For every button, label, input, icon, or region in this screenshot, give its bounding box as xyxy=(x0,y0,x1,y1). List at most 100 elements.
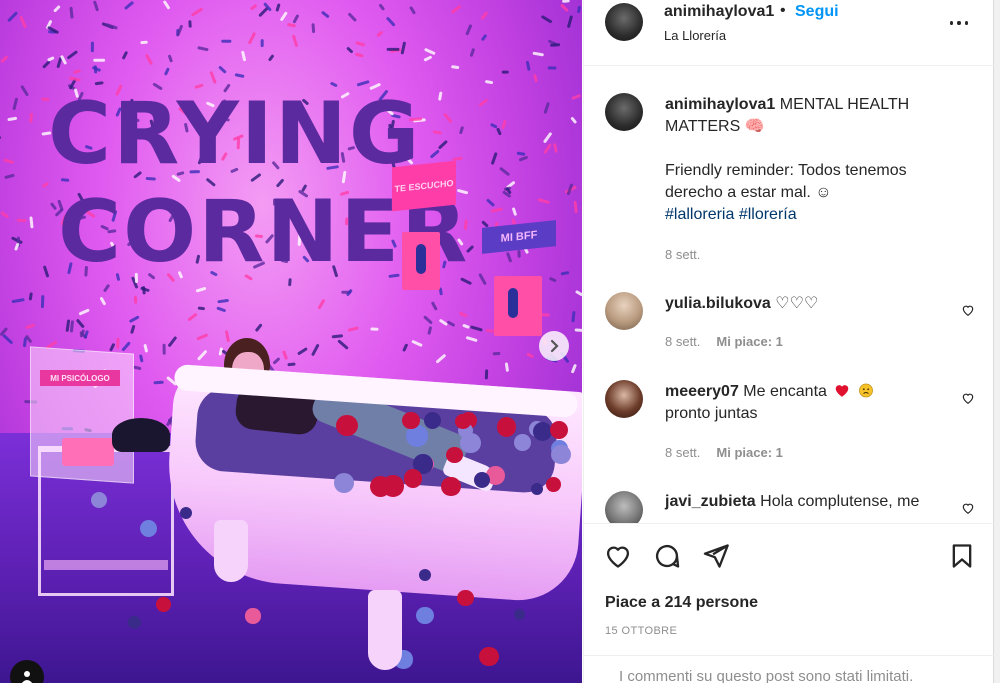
confetti-piece xyxy=(187,313,198,321)
confetti-piece xyxy=(485,80,494,85)
bookmark-icon[interactable] xyxy=(948,542,976,570)
confetti-piece xyxy=(188,20,192,28)
confetti-piece xyxy=(571,94,581,100)
caption-author-username[interactable]: animihaylova1 xyxy=(665,96,775,113)
caption-time[interactable]: 8 sett. xyxy=(665,247,700,262)
plastic-ball xyxy=(336,414,358,437)
confetti-piece xyxy=(282,350,288,360)
plastic-ball xyxy=(382,475,404,497)
confetti-piece xyxy=(432,130,442,135)
confetti-piece xyxy=(409,6,416,15)
confetti-piece xyxy=(145,54,153,65)
author-username[interactable]: animihaylova1 xyxy=(664,3,774,21)
confetti-piece xyxy=(29,216,34,229)
plastic-ball xyxy=(245,608,261,624)
comment-likes[interactable]: Mi piace: 1 xyxy=(716,334,782,349)
more-options-icon[interactable] xyxy=(948,12,970,34)
comments-limited-text: I commenti su questo post sono stati lim… xyxy=(619,668,914,683)
confetti-piece xyxy=(69,320,74,333)
comment-like-heart-icon[interactable] xyxy=(961,391,975,405)
confetti-piece xyxy=(575,290,582,296)
commenter-avatar[interactable] xyxy=(605,292,643,330)
comment-username[interactable]: yulia.bilukova xyxy=(665,295,771,312)
comment-text: yulia.bilukova ♡♡♡ xyxy=(665,293,945,315)
confetti-piece xyxy=(311,23,316,34)
confetti-piece xyxy=(562,0,570,3)
plastic-ball xyxy=(479,646,499,666)
confetti-piece xyxy=(386,47,400,51)
confetti-piece xyxy=(133,295,138,304)
heart-icon[interactable] xyxy=(604,542,632,570)
likes-count[interactable]: Piace a 214 persone xyxy=(605,594,758,612)
comment-bubble-icon[interactable] xyxy=(653,542,681,570)
confetti-piece xyxy=(427,326,432,335)
user-tag-icon xyxy=(21,671,33,683)
follow-button[interactable]: Segui xyxy=(795,3,839,21)
confetti-piece xyxy=(47,56,55,62)
confetti-piece xyxy=(124,1,134,10)
confetti-piece xyxy=(216,306,226,313)
comment-likes[interactable]: Mi piace: 1 xyxy=(716,445,782,460)
plastic-ball xyxy=(90,491,107,508)
confetti-piece xyxy=(122,51,128,60)
confetti-piece xyxy=(577,5,581,13)
plastic-ball xyxy=(457,589,474,607)
comment-username[interactable]: meeery07 xyxy=(665,383,739,400)
confetti-piece xyxy=(436,354,446,364)
confetti-piece xyxy=(553,143,558,153)
confetti-piece xyxy=(337,339,349,350)
confetti-piece xyxy=(518,156,528,162)
confetti-piece xyxy=(478,273,487,285)
comment-like-heart-icon[interactable] xyxy=(961,303,975,317)
wall-lettering-crying: CRYING xyxy=(48,84,422,184)
confetti-piece xyxy=(140,40,148,45)
wall-sign-pink: TE ESCUCHO xyxy=(392,160,456,212)
commenter-avatar[interactable] xyxy=(605,491,643,523)
confetti-piece xyxy=(143,344,148,353)
confetti-piece xyxy=(23,337,27,348)
comment-body: Me encanta xyxy=(743,383,827,400)
caption-author-avatar[interactable] xyxy=(605,93,643,131)
confetti-piece xyxy=(0,55,8,63)
post-photo[interactable]: CRYING CORNER TE ESCUCHO MI BFF MI PSICÓ… xyxy=(0,0,582,683)
plastic-ball xyxy=(416,606,434,625)
confetti-piece xyxy=(451,5,462,14)
paper-plane-icon[interactable] xyxy=(702,542,730,570)
plastic-ball xyxy=(446,446,463,463)
bathtub-foot xyxy=(214,520,248,582)
commenter-avatar[interactable] xyxy=(605,380,643,418)
caption-hashtags[interactable]: #lalloreria #llorería xyxy=(665,204,945,226)
confetti-piece xyxy=(78,308,90,316)
comment-like-heart-icon[interactable] xyxy=(961,501,975,515)
confetti-piece xyxy=(209,71,217,84)
comment-time[interactable]: 8 sett. xyxy=(665,334,700,349)
confetti-piece xyxy=(260,39,264,48)
confetti-piece xyxy=(7,116,18,121)
confetti-piece xyxy=(355,52,364,58)
confetti-piece xyxy=(255,323,263,332)
author-avatar[interactable] xyxy=(605,3,643,41)
confetti-piece xyxy=(567,15,573,28)
confetti-piece xyxy=(217,299,229,304)
confetti-piece xyxy=(479,98,488,107)
confetti-piece xyxy=(379,3,385,11)
caption-body: Friendly reminder: Todos tenemos derecho… xyxy=(665,162,907,201)
comment-username[interactable]: javi_zubieta xyxy=(665,493,756,510)
confetti-piece xyxy=(346,47,353,54)
confetti-piece xyxy=(484,369,489,380)
page-scrollbar[interactable] xyxy=(994,0,1000,683)
confetti-piece xyxy=(491,152,498,165)
post-location[interactable]: La Llorería xyxy=(664,28,726,43)
sad-face-emoji-icon xyxy=(858,383,873,398)
post-date[interactable]: 15 OTTOBRE xyxy=(605,625,677,637)
comment-text: javi_zubieta Hola complutense, me xyxy=(665,491,945,513)
confetti-piece xyxy=(506,252,512,263)
confetti-piece xyxy=(517,250,521,258)
confetti-piece xyxy=(273,357,280,365)
comment-meta: 8 sett. Mi piace: 1 xyxy=(665,334,783,349)
confetti-piece xyxy=(250,4,257,10)
comment-time[interactable]: 8 sett. xyxy=(665,445,700,460)
confetti-piece xyxy=(424,48,436,55)
next-image-button[interactable] xyxy=(539,331,569,361)
side-table-shelf xyxy=(44,560,168,570)
